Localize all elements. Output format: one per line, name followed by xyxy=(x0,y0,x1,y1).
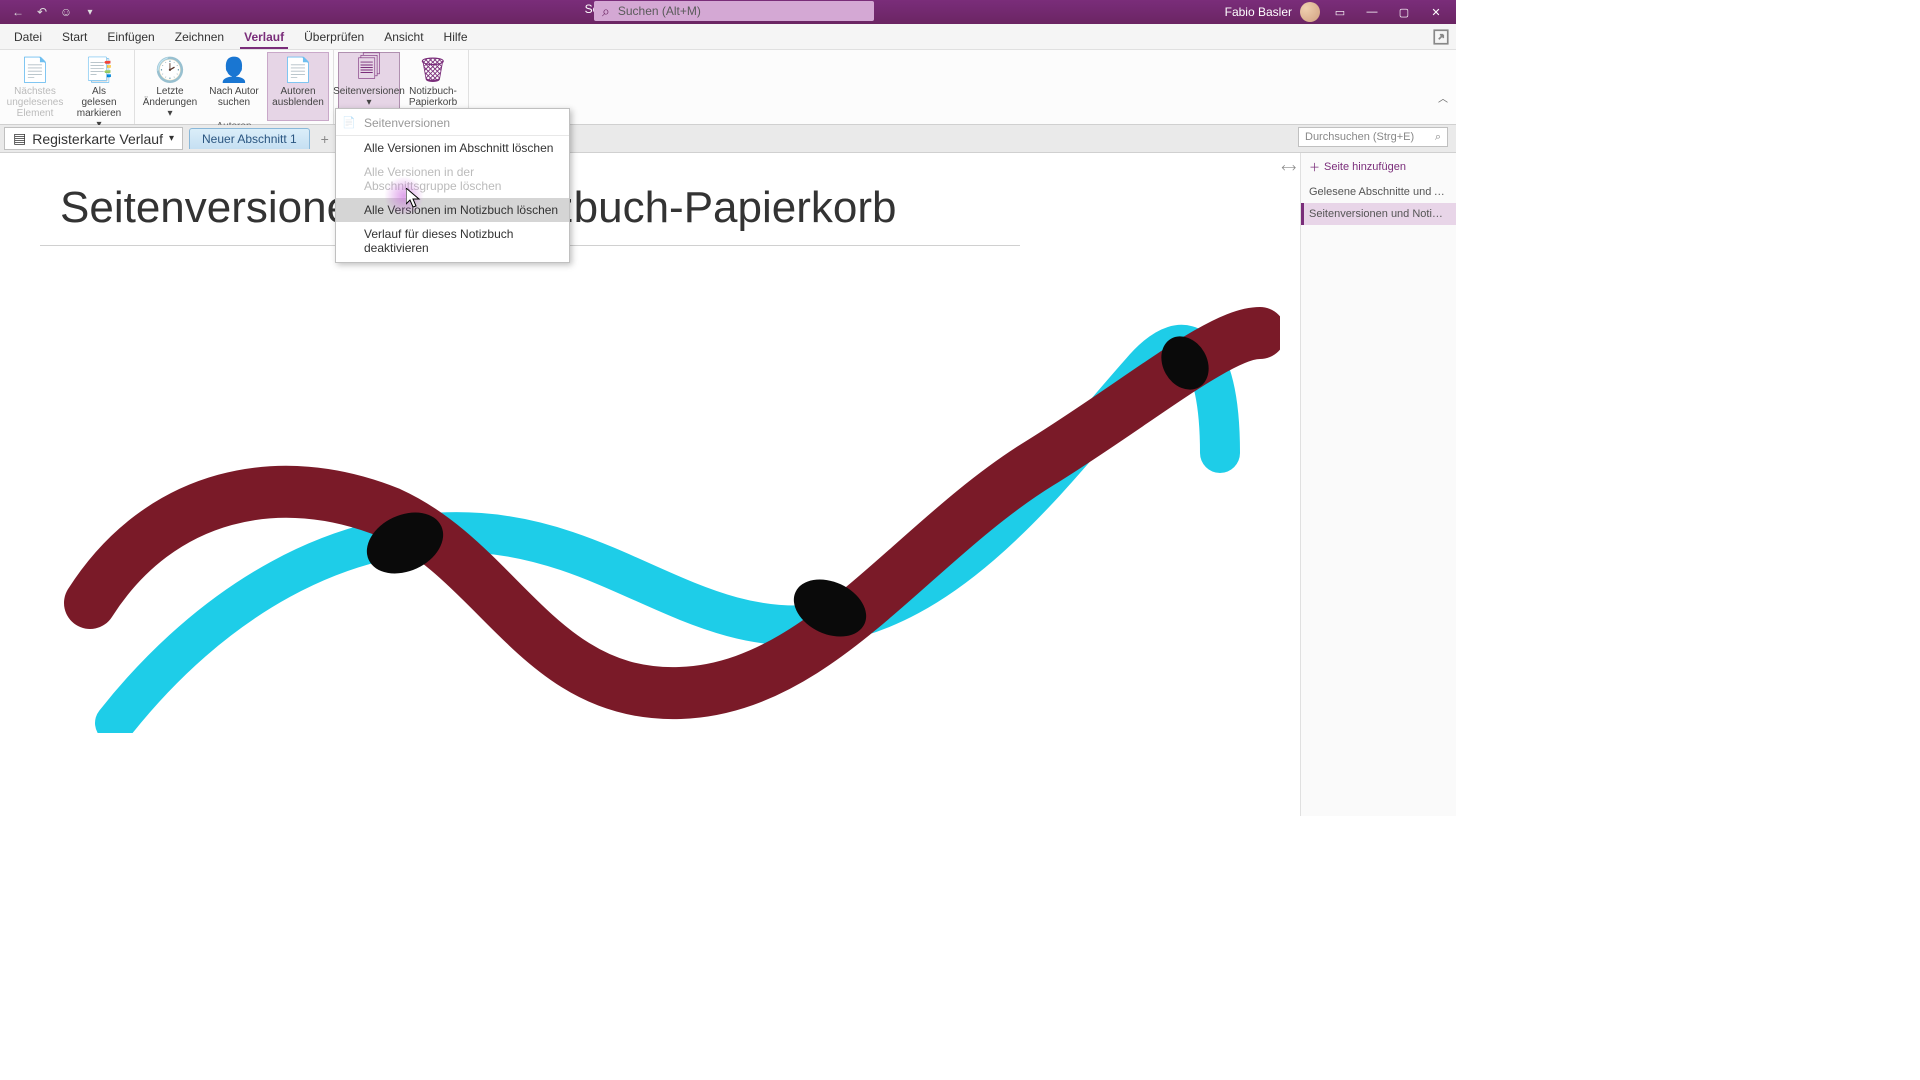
ribbon: 📄 Nächstesungelesenes Element 📑 Als gele… xyxy=(0,50,1456,125)
page-list-item[interactable]: Gelesene Abschnitte und Autoren xyxy=(1301,181,1456,203)
search-placeholder: Suchen (Alt+M) xyxy=(618,4,701,18)
delete-section-versions[interactable]: Alle Versionen im Abschnitt löschen xyxy=(336,136,569,160)
ribbon-display-icon[interactable]: ▭ xyxy=(1328,2,1352,22)
section-search-placeholder: Durchsuchen (Strg+E) xyxy=(1305,131,1414,143)
page-list-sidebar: ＋ Seite hinzufügen Gelesene Abschnitte u… xyxy=(1300,153,1456,816)
search-icon: ⌕ xyxy=(1435,131,1441,144)
menu-datei[interactable]: Datei xyxy=(4,24,52,49)
search-box[interactable]: ⌕ Suchen (Alt+M) xyxy=(594,1,874,21)
ink-strokes xyxy=(60,273,1280,733)
find-by-author-button[interactable]: 👤 Nach Autorsuchen xyxy=(203,52,265,121)
delete-notebook-versions[interactable]: Alle Versionen im Notizbuch löschen xyxy=(336,198,569,222)
notebook-name: Registerkarte Verlauf xyxy=(32,131,163,147)
notebook-selector[interactable]: ▤ Registerkarte Verlauf ▾ xyxy=(4,127,183,150)
plus-icon: ＋ xyxy=(1309,159,1320,175)
mark-read-button[interactable]: 📑 Als gelesenmarkieren ▾ xyxy=(68,52,130,132)
page-versions-dropdown: Seitenversionen Alle Versionen im Abschn… xyxy=(335,108,570,263)
maximize-icon[interactable]: ▢ xyxy=(1392,2,1416,22)
recent-changes-button[interactable]: 🕑 LetzteÄnderungen ▾ xyxy=(139,52,201,121)
clock-icon: 🕑 xyxy=(155,56,185,84)
menu-einfuegen[interactable]: Einfügen xyxy=(97,24,164,49)
user-avatar[interactable] xyxy=(1300,2,1320,22)
search-icon: ⌕ xyxy=(602,3,610,20)
chevron-down-icon: ▾ xyxy=(169,133,174,144)
collapse-ribbon-icon[interactable]: ︿ xyxy=(1438,90,1448,105)
page-list-item[interactable]: Seitenversionen und Notizbuch-P xyxy=(1301,203,1456,225)
delete-group-versions: Alle Versionen in der Abschnittsgruppe l… xyxy=(336,160,569,198)
user-name[interactable]: Fabio Basler xyxy=(1225,5,1292,19)
next-unread-button: 📄 Nächstesungelesenes Element xyxy=(4,52,66,132)
page-canvas[interactable]: ⤢ Seitenversionen und Notizbuch-Papierko… xyxy=(0,153,1300,816)
ribbon-group-autoren: 🕑 LetzteÄnderungen ▾ 👤 Nach Autorsuchen … xyxy=(135,50,334,124)
mark-read-icon: 📑 xyxy=(84,56,114,84)
add-page-label: Seite hinzufügen xyxy=(1324,161,1406,173)
close-icon[interactable]: ✕ xyxy=(1424,2,1448,22)
back-icon[interactable]: ← xyxy=(10,4,26,20)
minimize-icon[interactable]: — xyxy=(1360,2,1384,22)
hide-authors-icon: 📄 xyxy=(283,56,313,84)
menu-hilfe[interactable]: Hilfe xyxy=(434,24,478,49)
titlebar: ← ↶ ☺ ▾ Seitenversionen und Notizbuch-Pa… xyxy=(0,0,1456,24)
author-search-icon: 👤 xyxy=(219,56,249,84)
menu-ueberpruefen[interactable]: Überprüfen xyxy=(294,24,374,49)
section-bar: ▤ Registerkarte Verlauf ▾ Neuer Abschnit… xyxy=(0,125,1456,153)
qat-more-icon[interactable]: ▾ xyxy=(82,4,98,20)
add-section-button[interactable]: + xyxy=(316,130,334,148)
ribbon-group-ungelesen: 📄 Nächstesungelesenes Element 📑 Als gele… xyxy=(0,50,135,124)
menubar: Datei Start Einfügen Zeichnen Verlauf Üb… xyxy=(0,24,1456,50)
menu-start[interactable]: Start xyxy=(52,24,97,49)
next-unread-icon: 📄 xyxy=(20,56,50,84)
add-page-button[interactable]: ＋ Seite hinzufügen xyxy=(1301,153,1456,181)
section-search-box[interactable]: Durchsuchen (Strg+E) ⌕ xyxy=(1298,127,1448,147)
notebook-icon: ▤ xyxy=(13,130,26,147)
menu-verlauf[interactable]: Verlauf xyxy=(234,24,294,49)
page-versions-icon: 🗐 xyxy=(357,56,381,84)
emoji-icon[interactable]: ☺ xyxy=(58,4,74,20)
trash-icon: 🗑 xyxy=(418,56,448,84)
dropdown-header: Seitenversionen xyxy=(336,111,569,136)
undo-icon[interactable]: ↶ xyxy=(34,4,50,20)
hide-authors-button[interactable]: 📄 Autorenausblenden xyxy=(267,52,329,121)
disable-notebook-history[interactable]: Verlauf für dieses Notizbuch deaktiviere… xyxy=(336,222,569,260)
page-title[interactable]: Seitenversionen und Notizbuch-Papierkorb xyxy=(0,153,1300,245)
menu-zeichnen[interactable]: Zeichnen xyxy=(165,24,234,49)
section-tab[interactable]: Neuer Abschnitt 1 xyxy=(189,128,310,149)
menu-ansicht[interactable]: Ansicht xyxy=(374,24,433,49)
share-icon[interactable] xyxy=(1432,28,1450,46)
